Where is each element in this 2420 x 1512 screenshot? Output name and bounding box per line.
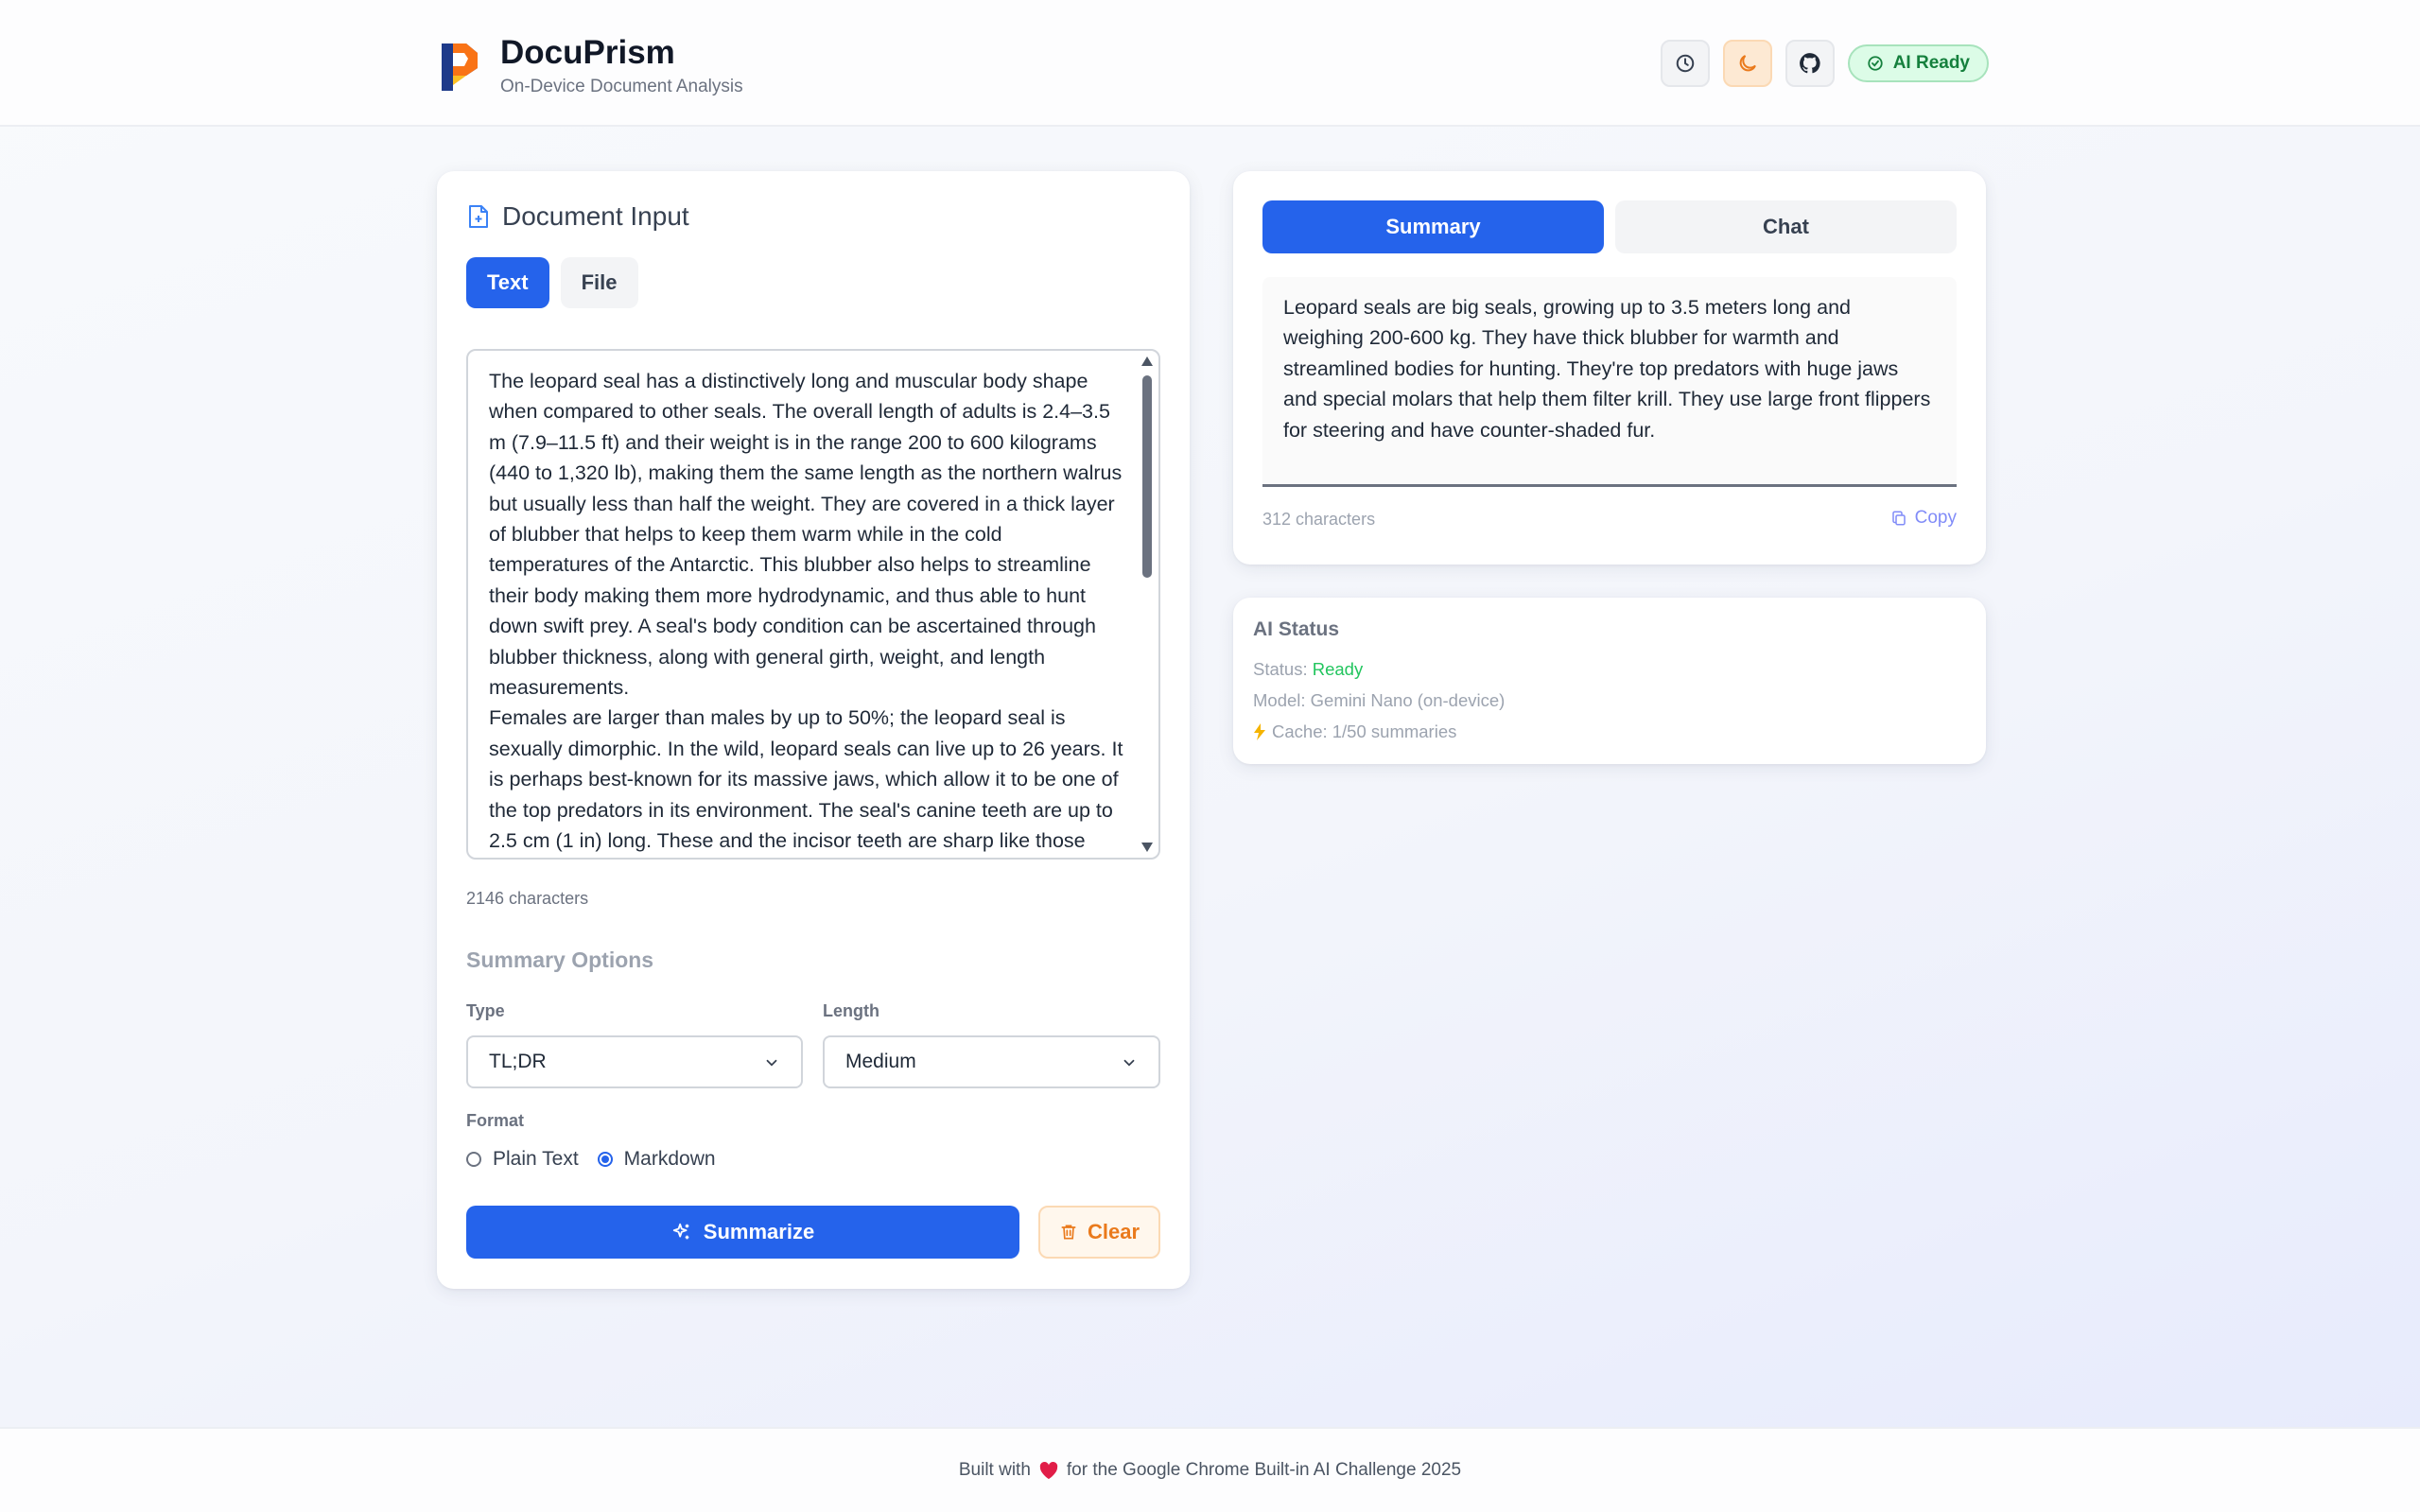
header-actions: AI Ready — [1660, 40, 1989, 87]
radio-markdown-label[interactable]: Markdown — [624, 1148, 716, 1171]
summary-text: Leopard seals are big seals, growing up … — [1283, 296, 1931, 442]
copy-button[interactable]: Copy — [1890, 508, 1957, 529]
length-select-value: Medium — [845, 1051, 916, 1072]
radio-plain-text-label[interactable]: Plain Text — [493, 1148, 579, 1171]
document-text[interactable]: The leopard seal has a distinctively lon… — [489, 366, 1124, 857]
theme-toggle-button[interactable] — [1722, 40, 1772, 87]
heart-icon — [1039, 1461, 1058, 1480]
summary-char-count: 312 characters — [1262, 510, 1376, 529]
section-title: Document Input — [502, 201, 689, 231]
sparkles-icon — [672, 1223, 689, 1240]
type-label: Type — [466, 1001, 505, 1020]
summarize-button[interactable]: Summarize — [466, 1206, 1019, 1259]
summarize-label: Summarize — [703, 1220, 815, 1243]
scroll-thumb[interactable] — [1142, 375, 1152, 578]
length-label: Length — [823, 1001, 879, 1020]
ai-ready-badge: AI Ready — [1847, 44, 1989, 82]
scroll-down-arrow-icon[interactable] — [1141, 843, 1153, 852]
status-line: Status: Ready — [1253, 659, 1363, 680]
clear-label: Clear — [1087, 1220, 1140, 1243]
github-button[interactable] — [1785, 40, 1835, 87]
moon-icon — [1739, 55, 1756, 72]
model-line: Model: Gemini Nano (on-device) — [1253, 690, 1506, 710]
scroll-up-arrow-icon[interactable] — [1141, 356, 1153, 366]
footer-text-after: for the Google Chrome Built-in AI Challe… — [1066, 1460, 1462, 1480]
status-value: Ready — [1312, 659, 1364, 679]
lightning-icon — [1254, 723, 1265, 740]
copy-label: Copy — [1914, 508, 1957, 528]
app-header: DocuPrism On-Device Document Analysis AI… — [0, 0, 2420, 127]
radio-markdown[interactable] — [597, 1152, 613, 1167]
length-select[interactable]: Medium — [823, 1035, 1160, 1088]
footer-text-before: Built with — [958, 1460, 1031, 1480]
page-footer: Built with for the Google Chrome Built-i… — [0, 1427, 2420, 1512]
type-select-value: TL;DR — [489, 1051, 547, 1072]
file-plus-icon — [469, 205, 488, 228]
check-circle-icon — [1868, 56, 1883, 71]
output-tabs: Summary Chat — [1262, 200, 1957, 253]
tab-summary[interactable]: Summary — [1262, 200, 1604, 253]
radio-plain-text[interactable] — [466, 1152, 481, 1167]
summary-card: Summary Chat Leopard seals are big seals… — [1233, 171, 1986, 565]
input-tabs: Text File — [466, 257, 638, 308]
type-select[interactable]: TL;DR — [466, 1035, 803, 1088]
document-input-card: Document Input Text File The leopard sea… — [437, 171, 1190, 1289]
clock-icon — [1676, 54, 1694, 73]
history-button[interactable] — [1660, 40, 1710, 87]
format-label: Format — [466, 1111, 525, 1130]
chevron-down-icon — [1123, 1059, 1135, 1067]
ai-status-card: AI Status Status: Ready Model: Gemini Na… — [1233, 598, 1986, 764]
cache-text: Cache: 1/50 summaries — [1272, 721, 1457, 741]
document-textarea[interactable]: The leopard seal has a distinctively lon… — [466, 349, 1160, 860]
ai-badge-label: AI Ready — [1892, 53, 1970, 73]
tab-file[interactable]: File — [560, 257, 638, 308]
document-input-header: Document Input — [468, 201, 689, 232]
clear-button[interactable]: Clear — [1038, 1206, 1160, 1259]
github-icon — [1799, 53, 1820, 74]
brand: DocuPrism On-Device Document Analysis — [438, 34, 743, 100]
summary-output: Leopard seals are big seals, growing up … — [1262, 277, 1957, 487]
app-subtitle: On-Device Document Analysis — [500, 77, 743, 96]
tab-text[interactable]: Text — [466, 257, 549, 308]
trash-icon — [1061, 1225, 1076, 1240]
textarea-scrollbar[interactable] — [1136, 351, 1158, 858]
tab-chat[interactable]: Chat — [1615, 200, 1957, 253]
summary-options-title: Summary Options — [466, 947, 654, 972]
docuprism-logo-icon — [442, 43, 478, 91]
cache-line: Cache: 1/50 summaries — [1253, 721, 1456, 742]
status-label: Status: — [1253, 659, 1313, 679]
copy-icon — [1891, 511, 1906, 526]
input-char-count: 2146 characters — [466, 889, 589, 908]
format-radio-group: Plain Text Markdown — [466, 1148, 735, 1171]
chevron-down-icon — [766, 1059, 777, 1067]
app-title: DocuPrism — [500, 34, 675, 71]
ai-status-title: AI Status — [1253, 618, 1340, 640]
